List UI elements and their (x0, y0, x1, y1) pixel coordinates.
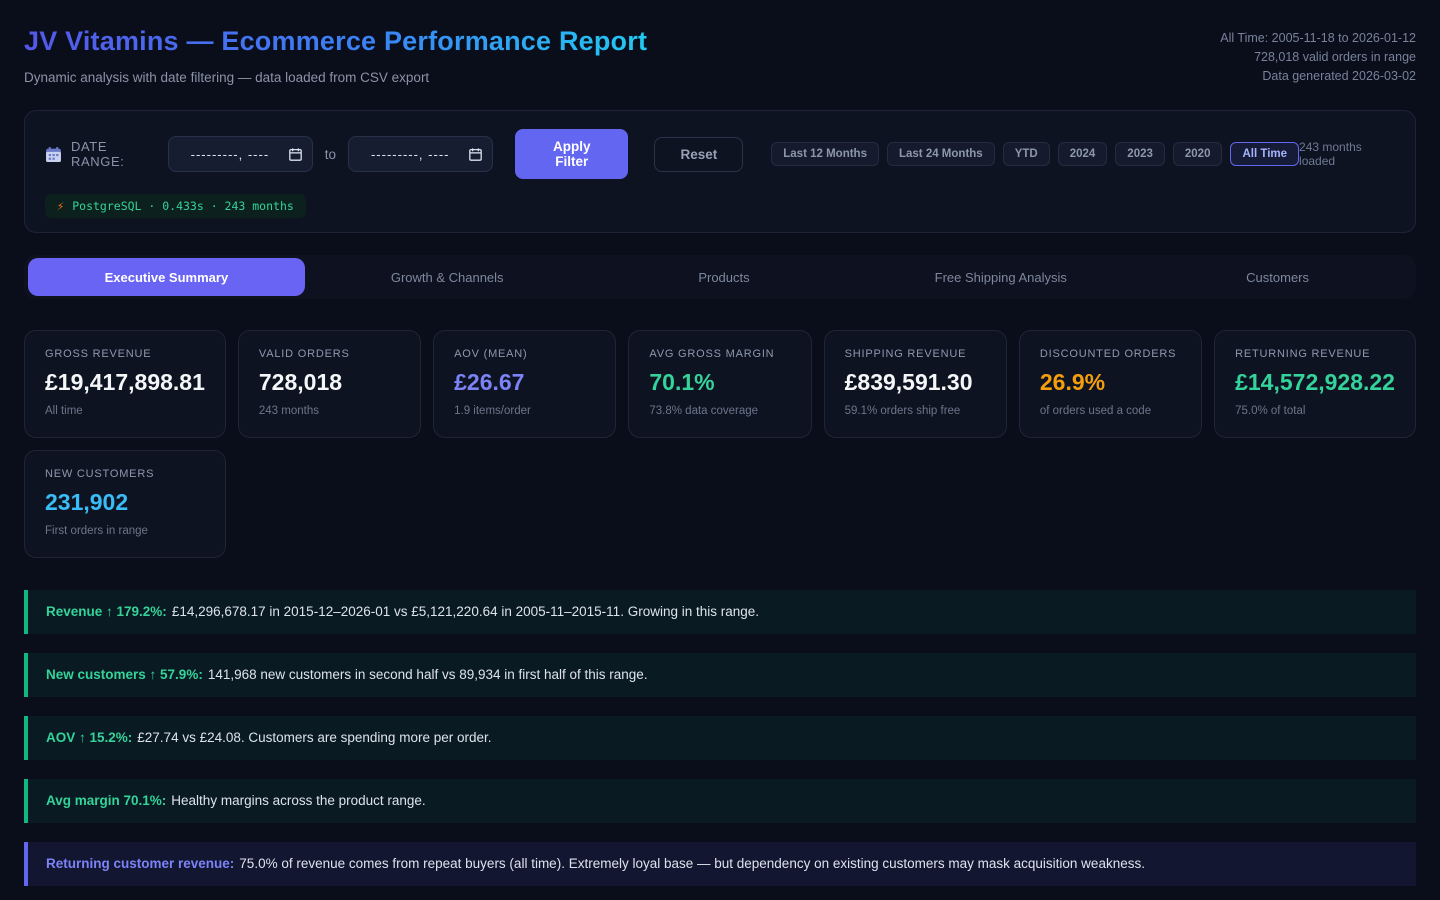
chip-2020[interactable]: 2020 (1173, 142, 1223, 166)
apply-filter-button[interactable]: Apply Filter (515, 129, 628, 179)
insight-revenue-growth: Revenue ↑ 179.2%: £14,296,678.17 in 2015-… (24, 590, 1416, 634)
to-label: to (325, 147, 336, 162)
page-title: JV Vitamins — Ecommerce Performance Repo… (24, 26, 647, 57)
reset-button[interactable]: Reset (654, 137, 743, 172)
kpi-label: DISCOUNTED ORDERS (1040, 348, 1181, 360)
insight-text: £27.74 vs £24.08. Customers are spending… (137, 730, 491, 745)
header-meta: All Time: 2005-11-18 to 2026-01-12 728,0… (1220, 29, 1416, 86)
lightning-bolt-icon: ⚡ (57, 199, 64, 213)
chip-2024[interactable]: 2024 (1058, 142, 1108, 166)
header: JV Vitamins — Ecommerce Performance Repo… (24, 26, 1416, 86)
kpi-label: NEW CUSTOMERS (45, 468, 205, 480)
report-page: JV Vitamins — Ecommerce Performance Repo… (0, 0, 1440, 886)
insight-returning-customer-revenue: Returning customer revenue: 75.0% of reve… (24, 842, 1416, 886)
kpi-grid: GROSS REVENUE £19,417,898.81 All time VA… (24, 330, 1416, 558)
meta-all-time-range: All Time: 2005-11-18 to 2026-01-12 (1220, 29, 1416, 48)
kpi-value: £14,572,928.22 (1235, 369, 1395, 396)
start-date-placeholder: ---------, ---- (191, 147, 270, 162)
kpi-value: 26.9% (1040, 369, 1181, 396)
insight-avg-margin: Avg margin 70.1%: Healthy margins across … (24, 779, 1416, 823)
kpi-card-gross-revenue: GROSS REVENUE £19,417,898.81 All time (24, 330, 226, 438)
kpi-card-discounted-orders: DISCOUNTED ORDERS 26.9% of orders used a… (1019, 330, 1202, 438)
insight-text: 75.0% of revenue comes from repeat buyer… (239, 856, 1145, 871)
chip-last-12-months[interactable]: Last 12 Months (771, 142, 879, 166)
date-filter-panel: DATE RANGE: ---------, ---- to ---------… (24, 110, 1416, 233)
kpi-label: GROSS REVENUE (45, 348, 205, 360)
meta-valid-orders: 728,018 valid orders in range (1220, 48, 1416, 67)
date-picker-icon[interactable] (469, 148, 482, 161)
kpi-subtext: First orders in range (45, 525, 205, 537)
date-range-label: DATE RANGE: (71, 139, 154, 169)
header-left: JV Vitamins — Ecommerce Performance Repo… (24, 26, 647, 85)
kpi-card-avg-gross-margin: AVG GROSS MARGIN 70.1% 73.8% data covera… (628, 330, 811, 438)
months-loaded-text: 243 months loaded (1299, 140, 1395, 168)
kpi-label: RETURNING REVENUE (1235, 348, 1395, 360)
filter-row: DATE RANGE: ---------, ---- to ---------… (45, 129, 1395, 179)
tab-products[interactable]: Products (586, 255, 863, 299)
insight-label: Avg margin 70.1%: (46, 793, 166, 808)
db-status-row: ⚡ PostgreSQL · 0.433s · 243 months (45, 194, 1395, 218)
kpi-value: £19,417,898.81 (45, 369, 205, 396)
db-status-text: PostgreSQL · 0.433s · 243 months (72, 199, 294, 213)
insight-label: New customers ↑ 57.9%: (46, 667, 203, 682)
kpi-card-shipping-revenue: SHIPPING REVENUE £839,591.30 59.1% order… (824, 330, 1007, 438)
kpi-subtext: 243 months (259, 405, 400, 417)
kpi-value: 231,902 (45, 489, 205, 516)
kpi-subtext: 59.1% orders ship free (845, 405, 986, 417)
kpi-label: SHIPPING REVENUE (845, 348, 986, 360)
section-tabs: Executive Summary Growth & Channels Prod… (24, 255, 1416, 299)
tab-executive-summary[interactable]: Executive Summary (28, 258, 305, 296)
kpi-card-returning-revenue: RETURNING REVENUE £14,572,928.22 75.0% o… (1214, 330, 1416, 438)
kpi-value: 728,018 (259, 369, 400, 396)
quick-range-chips: Last 12 Months Last 24 Months YTD 2024 2… (771, 142, 1299, 166)
kpi-card-aov-mean: AOV (MEAN) £26.67 1.9 items/order (433, 330, 616, 438)
kpi-subtext: of orders used a code (1040, 405, 1181, 417)
kpi-subtext: 75.0% of total (1235, 405, 1395, 417)
date-picker-icon[interactable] (289, 148, 302, 161)
insight-label: Returning customer revenue: (46, 856, 234, 871)
start-date-input[interactable]: ---------, ---- (168, 136, 313, 172)
insight-aov: AOV ↑ 15.2%: £27.74 vs £24.08. Customers … (24, 716, 1416, 760)
kpi-label: VALID ORDERS (259, 348, 400, 360)
kpi-card-new-customers: NEW CUSTOMERS 231,902 First orders in ra… (24, 450, 226, 558)
insight-new-customers: New customers ↑ 57.9%: 141,968 new custom… (24, 653, 1416, 697)
end-date-placeholder: ---------, ---- (371, 147, 450, 162)
chip-2023[interactable]: 2023 (1115, 142, 1165, 166)
tab-customers[interactable]: Customers (1139, 255, 1416, 299)
insight-text: Healthy margins across the product range… (171, 793, 425, 808)
kpi-label: AVG GROSS MARGIN (649, 348, 790, 360)
chip-all-time[interactable]: All Time (1230, 142, 1299, 166)
page-subtitle: Dynamic analysis with date filtering — d… (24, 70, 647, 85)
end-date-input[interactable]: ---------, ---- (348, 136, 493, 172)
kpi-value: £26.67 (454, 369, 595, 396)
kpi-value: 70.1% (649, 369, 790, 396)
chip-ytd[interactable]: YTD (1003, 142, 1050, 166)
insight-text: 141,968 new customers in second half vs … (208, 667, 648, 682)
kpi-card-valid-orders: VALID ORDERS 728,018 243 months (238, 330, 421, 438)
kpi-subtext: All time (45, 405, 205, 417)
insights-list: Revenue ↑ 179.2%: £14,296,678.17 in 2015-… (24, 590, 1416, 886)
meta-generated-date: Data generated 2026-03-02 (1220, 67, 1416, 86)
chip-last-24-months[interactable]: Last 24 Months (887, 142, 995, 166)
insight-label: AOV ↑ 15.2%: (46, 730, 132, 745)
db-status-badge: ⚡ PostgreSQL · 0.433s · 243 months (45, 194, 306, 218)
kpi-subtext: 73.8% data coverage (649, 405, 790, 417)
kpi-label: AOV (MEAN) (454, 348, 595, 360)
insight-text: £14,296,678.17 in 2015-12–2026-01 vs £5,… (172, 604, 759, 619)
tab-growth-channels[interactable]: Growth & Channels (309, 255, 586, 299)
kpi-subtext: 1.9 items/order (454, 405, 595, 417)
calendar-icon (45, 146, 62, 163)
tab-free-shipping-analysis[interactable]: Free Shipping Analysis (862, 255, 1139, 299)
insight-label: Revenue ↑ 179.2%: (46, 604, 167, 619)
kpi-value: £839,591.30 (845, 369, 986, 396)
